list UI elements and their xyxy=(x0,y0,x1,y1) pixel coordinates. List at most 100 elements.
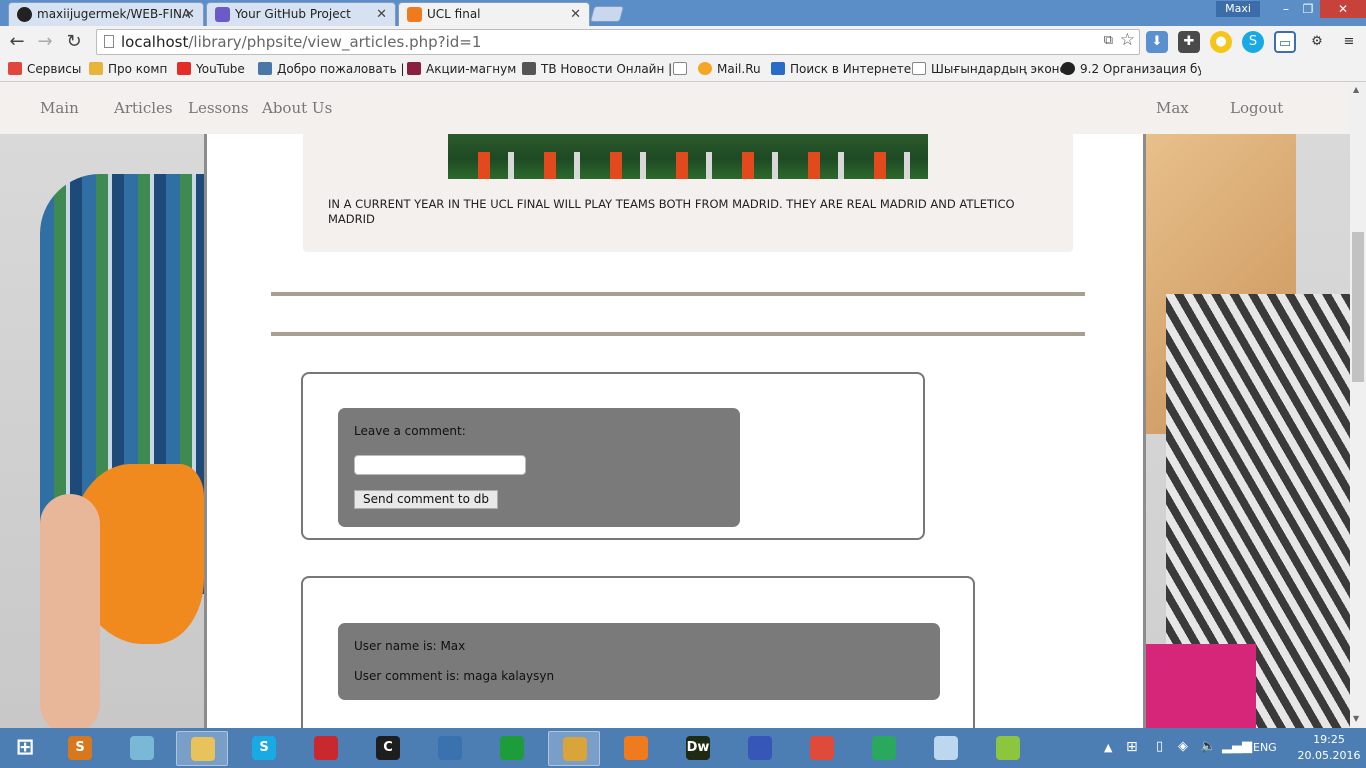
calculator-icon xyxy=(500,736,524,760)
comments-box: User name is: Max User comment is: maga … xyxy=(301,576,975,728)
bookmark-item[interactable]: Сервисы xyxy=(8,62,81,76)
maximize-button[interactable]: ❐ xyxy=(1294,0,1322,18)
start-button[interactable]: ⊞ xyxy=(0,731,52,766)
cast-icon[interactable]: ▭ xyxy=(1274,31,1296,53)
tab-ucl-final[interactable]: UCL final ✕ xyxy=(398,2,590,26)
pascal-icon xyxy=(872,736,896,760)
bookmark-item[interactable]: Поиск в Интернете xyxy=(771,62,911,76)
divider xyxy=(271,332,1085,336)
taskbar-app-notes[interactable] xyxy=(116,731,168,766)
back-button[interactable]: ← xyxy=(6,31,28,53)
windows-taskbar: ⊞ S S C Dw ▲ ⊞ ▯ ◈ 🔈 ▂▄▆ ENG 19:25 20.05.20… xyxy=(0,728,1366,768)
comment-input[interactable] xyxy=(354,455,526,475)
taskbar-app-book[interactable] xyxy=(300,731,352,766)
dreamweaver-icon: Dw xyxy=(686,736,710,760)
folder-icon xyxy=(89,62,103,75)
scroll-up-icon[interactable]: ▲ xyxy=(1353,85,1359,94)
taskbar-app-dreamweaver[interactable]: Dw xyxy=(672,731,724,766)
taskbar-app-skype[interactable]: S xyxy=(238,731,290,766)
reload-button[interactable]: ↻ xyxy=(63,31,85,53)
chrome-icon xyxy=(563,737,587,761)
bookmark-item[interactable]: YouTube xyxy=(177,62,245,76)
book-icon xyxy=(314,736,338,760)
scroll-down-icon[interactable]: ▼ xyxy=(1353,714,1359,723)
tray-expand-icon[interactable]: ▲ xyxy=(1104,741,1112,754)
nvidia-icon[interactable]: ◈ xyxy=(1178,739,1188,754)
file-explorer-icon xyxy=(191,737,215,761)
org-icon xyxy=(1061,62,1075,75)
taskbar-app-android[interactable] xyxy=(982,731,1034,766)
rainbow-icon xyxy=(810,736,834,760)
address-bar[interactable]: localhost/library/phpsite/view_articles.… xyxy=(96,29,1140,55)
background-photo-right xyxy=(1146,134,1350,728)
taskbar-app-chrome[interactable] xyxy=(548,731,600,766)
taskbar-app-xampp[interactable] xyxy=(610,731,662,766)
scroll-thumb[interactable] xyxy=(1352,232,1364,382)
language-indicator[interactable]: ENG xyxy=(1253,741,1277,754)
extension-coin-icon[interactable]: ● xyxy=(1210,31,1232,53)
terminal-icon: C xyxy=(376,736,400,760)
profile-chip[interactable]: Maxi xyxy=(1216,1,1260,17)
taskbar-app-translator[interactable] xyxy=(920,731,972,766)
comment-text: User comment is: maga kalaysyn xyxy=(354,669,555,683)
new-tab-button[interactable] xyxy=(589,6,625,22)
page-scrollbar[interactable]: ▲ ▼ xyxy=(1350,82,1366,728)
taskbar-app-terminal[interactable]: C xyxy=(362,731,414,766)
nav-lessons[interactable]: Lessons xyxy=(188,99,249,117)
clock-date[interactable]: 20.05.2016 xyxy=(1294,749,1364,762)
browser-toolbar: ← → ↻ localhost/library/phpsite/view_art… xyxy=(0,26,1366,58)
taskbar-app-python[interactable] xyxy=(424,731,476,766)
background-photo-left xyxy=(0,134,204,728)
skype-icon[interactable]: S xyxy=(1242,31,1264,53)
extension-icon[interactable]: ✚ xyxy=(1178,31,1200,53)
bookmark-item[interactable]: Mail.Ru xyxy=(698,62,761,76)
taskbar-app-pascal[interactable] xyxy=(858,731,910,766)
mailru-icon xyxy=(698,62,712,75)
nav-logout[interactable]: Logout xyxy=(1230,99,1283,117)
bookmark-item[interactable]: ТВ Новости Онлайн | xyxy=(522,62,672,76)
bookmark-item[interactable] xyxy=(673,62,692,76)
volume-icon[interactable]: 🔈 xyxy=(1200,739,1216,754)
nav-user-max[interactable]: Max xyxy=(1156,99,1189,117)
close-icon[interactable]: ✕ xyxy=(184,7,195,22)
browser-tabstrip: maxiijugermek/WEB-FINA ✕ Your GitHub Pro… xyxy=(0,0,1366,26)
bookmark-item[interactable]: Акции-магнум xyxy=(407,62,516,76)
gear-icon[interactable]: ⚙ xyxy=(1306,31,1328,53)
taskbar-app-calculator[interactable] xyxy=(486,731,538,766)
close-icon[interactable]: ✕ xyxy=(376,7,387,22)
taskbar-app-rainbow[interactable] xyxy=(796,731,848,766)
xampp-icon xyxy=(407,7,422,22)
bookmark-item[interactable]: Про комп xyxy=(89,62,167,76)
send-comment-button[interactable]: Send comment to db xyxy=(354,490,498,509)
tab-github-repo[interactable]: maxiijugermek/WEB-FINA ✕ xyxy=(8,2,204,26)
battery-icon[interactable]: ▯ xyxy=(1156,739,1163,754)
xampp-icon xyxy=(624,736,648,760)
nav-articles[interactable]: Articles xyxy=(114,99,173,117)
window-close-button[interactable]: ✕ xyxy=(1320,0,1366,18)
taskbar-app-floppy[interactable] xyxy=(734,731,786,766)
bookmark-item[interactable]: Шығындардың эконо xyxy=(912,62,1067,76)
star-icon[interactable]: ☆ xyxy=(1120,30,1135,50)
forward-button[interactable]: → xyxy=(34,31,56,53)
pink-letter-graphic xyxy=(1146,644,1256,728)
network-signal-icon[interactable]: ▂▄▆ xyxy=(1222,739,1252,754)
skype-icon: S xyxy=(252,736,276,760)
nav-main[interactable]: Main xyxy=(40,99,79,117)
tab-label: Your GitHub Project xyxy=(235,7,351,21)
tab-github-project[interactable]: Your GitHub Project ✕ xyxy=(206,2,396,26)
comment-item: User name is: Max User comment is: maga … xyxy=(338,623,940,700)
arm-graphic xyxy=(40,494,100,728)
nav-about-us[interactable]: About Us xyxy=(262,99,332,117)
taskbar-app-sublime-text[interactable]: S xyxy=(54,731,106,766)
download-icon[interactable]: ⬇ xyxy=(1146,31,1168,53)
clock-time[interactable]: 19:25 xyxy=(1304,733,1354,746)
translate-icon[interactable]: ⧉ xyxy=(1104,33,1113,48)
action-center-icon[interactable]: ⊞ xyxy=(1126,739,1138,755)
menu-icon[interactable]: ≡ xyxy=(1338,31,1360,53)
bookmark-item[interactable]: Добро пожаловать | xyxy=(258,62,405,76)
github-icon xyxy=(17,7,32,22)
bookmark-item[interactable]: 9.2 Организация бухг xyxy=(1061,62,1201,76)
close-icon[interactable]: ✕ xyxy=(570,7,581,22)
bookmarks-bar: Сервисы Про комп YouTube Добро пожаловат… xyxy=(0,58,1366,82)
taskbar-app-file-explorer[interactable] xyxy=(176,731,228,766)
